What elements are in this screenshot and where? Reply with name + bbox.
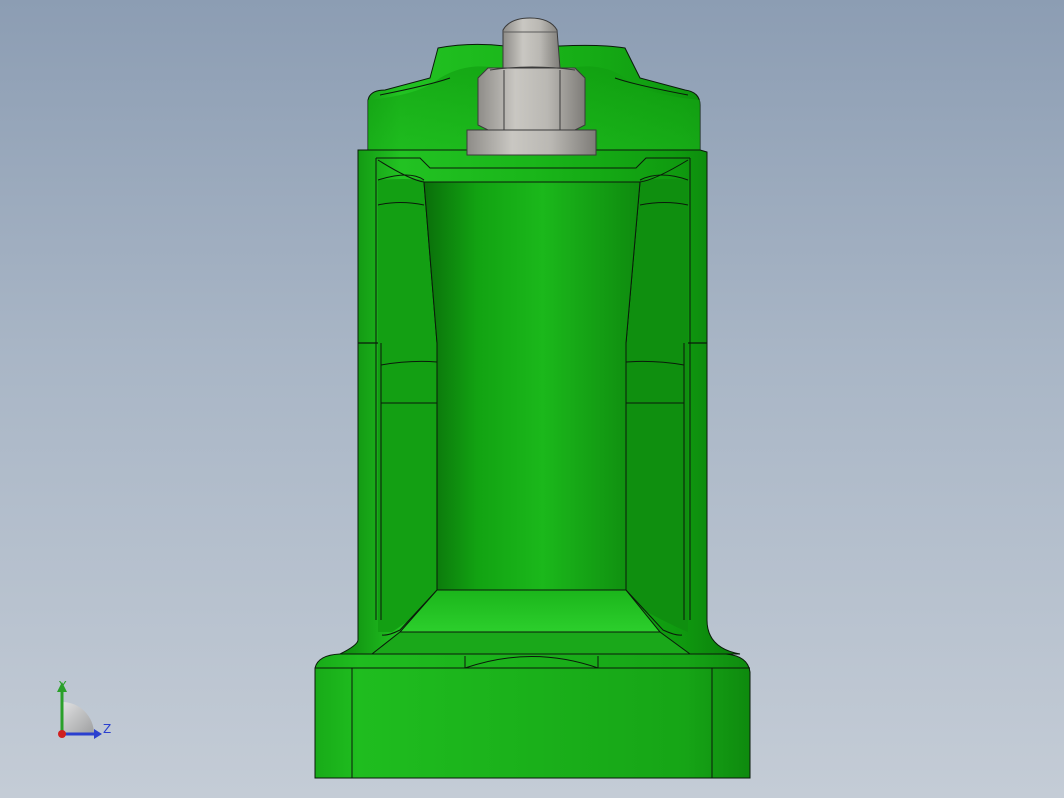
graphics-viewport[interactable]: Y Z <box>0 0 1064 798</box>
z-axis-label: Z <box>103 722 112 736</box>
y-axis-label: Y <box>59 679 67 693</box>
view-orientation-triad[interactable]: Y Z <box>40 672 130 752</box>
x-axis-dot <box>58 730 66 738</box>
triad-icon <box>57 682 102 739</box>
triad-plane-icon <box>62 702 94 734</box>
clamp-bolt[interactable] <box>466 17 597 156</box>
cad-model[interactable] <box>0 0 1064 798</box>
base-plate[interactable] <box>314 653 751 779</box>
